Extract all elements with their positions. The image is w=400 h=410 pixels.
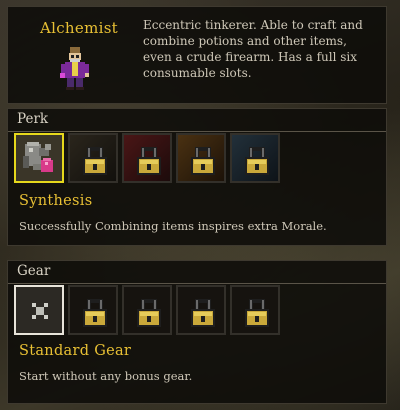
- lock-icon: [80, 297, 110, 329]
- alchemist-portrait: [60, 47, 89, 90]
- lock-icon: [242, 145, 272, 177]
- gear-slot-standard[interactable]: [14, 285, 64, 335]
- lock-icon: [134, 297, 164, 329]
- perk-divider: [8, 131, 386, 132]
- gear-section-title: Gear: [17, 263, 51, 279]
- class-info-panel: Alchemist Eccentric tinkerer. Able to cr…: [7, 6, 387, 104]
- gear-slots: [14, 285, 280, 335]
- lock-icon: [134, 145, 164, 177]
- gear-panel: Gear Standard Gear Start without any bon…: [7, 260, 387, 404]
- gear-divider: [8, 283, 386, 284]
- class-name: Alchemist: [40, 19, 119, 37]
- gear-slot-locked-2[interactable]: [68, 285, 118, 335]
- lock-icon: [80, 145, 110, 177]
- perk-slot-locked-2[interactable]: [68, 133, 118, 183]
- perk-slot-locked-4[interactable]: [176, 133, 226, 183]
- selected-perk-name: Synthesis: [19, 193, 93, 209]
- gear-slot-locked-3[interactable]: [122, 285, 172, 335]
- gear-slot-locked-4[interactable]: [176, 285, 226, 335]
- gear-slot-locked-5[interactable]: [230, 285, 280, 335]
- lock-icon: [188, 145, 218, 177]
- perk-slot-locked-3[interactable]: [122, 133, 172, 183]
- x-icon: [32, 303, 48, 319]
- selected-gear-name: Standard Gear: [19, 343, 132, 359]
- class-description: Eccentric tinkerer. Able to craft and co…: [143, 18, 363, 80]
- perk-slots: [14, 133, 280, 183]
- selected-perk-description: Successfully Combining items inspires ex…: [19, 219, 327, 233]
- perk-slot-locked-5[interactable]: [230, 133, 280, 183]
- lock-icon: [242, 297, 272, 329]
- synthesis-icon: [23, 142, 53, 172]
- lock-icon: [188, 297, 218, 329]
- perk-panel: Perk Synthesis Successfully Combining it…: [7, 108, 387, 246]
- perk-section-title: Perk: [17, 111, 49, 127]
- selected-gear-description: Start without any bonus gear.: [19, 369, 193, 383]
- perk-slot-synthesis[interactable]: [14, 133, 64, 183]
